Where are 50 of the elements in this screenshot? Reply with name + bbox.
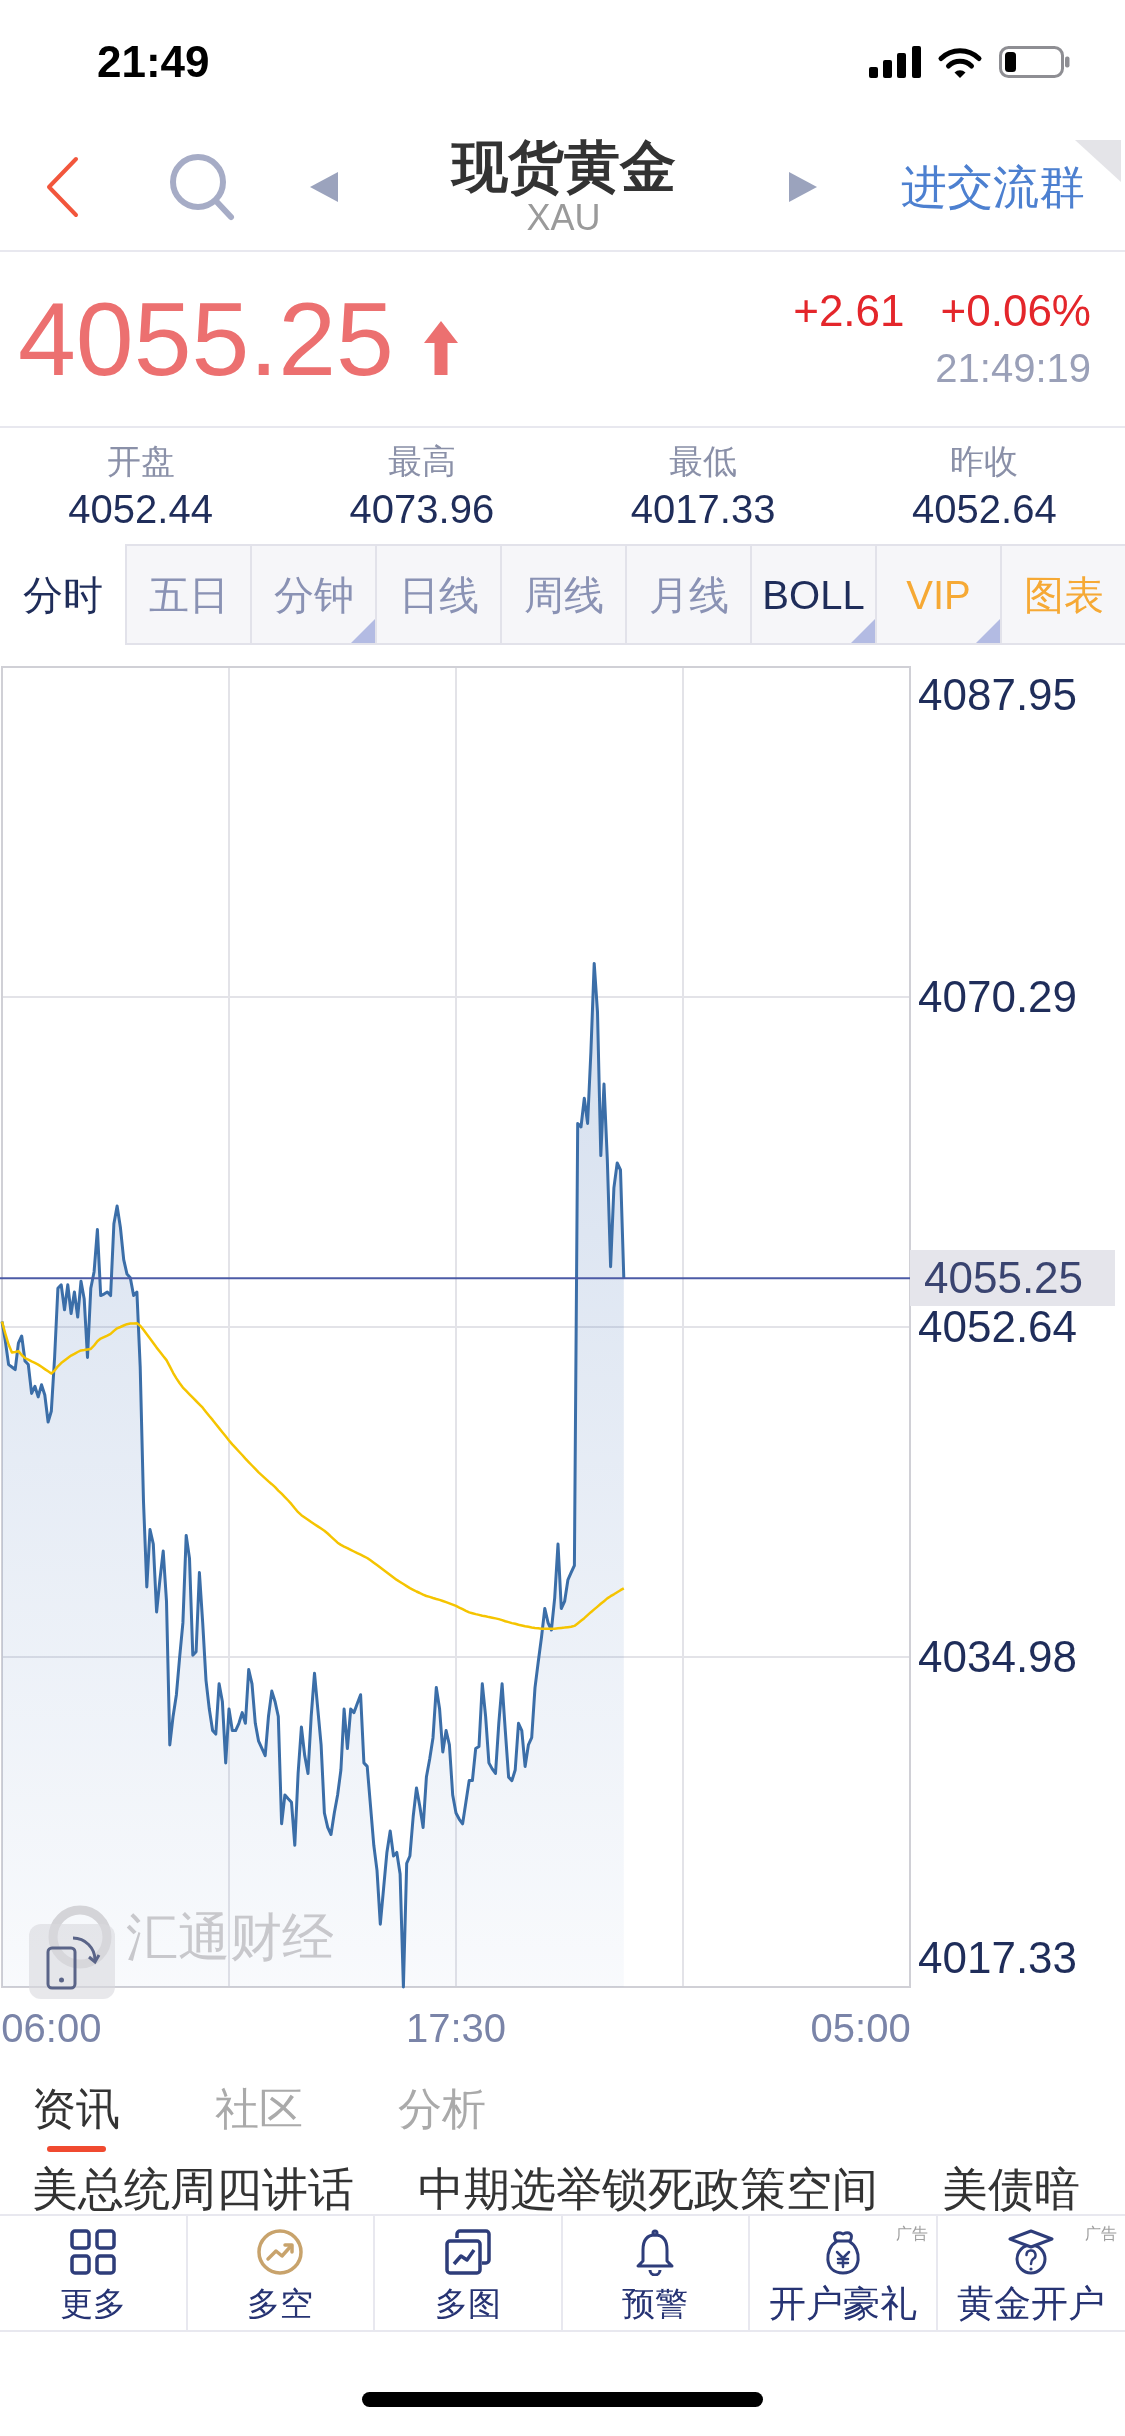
current-price-label: 4055.25 (910, 1250, 1115, 1307)
x-axis-label: 17:30 (405, 2006, 507, 2050)
wifi-icon (937, 45, 983, 79)
x-axis-label: 06:00 (1, 2006, 102, 2050)
news-headline[interactable]: 中期选举锁死政策空间 (418, 2166, 878, 2214)
trend-circle-icon (256, 2228, 305, 2276)
stat-value: 4073.96 (349, 487, 495, 531)
price-change: +2.61 (793, 288, 905, 334)
toolbar-button[interactable]: 多空 (187, 2216, 373, 2330)
news-headline[interactable]: 美债暗 (942, 2166, 1080, 2214)
stat-label: 昨收 (950, 441, 1019, 481)
ad-tag: 广告 (1085, 2226, 1117, 2242)
toolbar-button[interactable]: 多图 (375, 2216, 561, 2330)
current-price: 4055.25 (18, 287, 394, 391)
stat-value: 4052.44 (68, 487, 213, 531)
triangle-right-icon[interactable] (789, 172, 817, 202)
stat-label: 最低 (669, 441, 738, 481)
news-headline[interactable]: 美总统周四讲话 (32, 2166, 354, 2214)
y-axis-label: 4052.64 (918, 1305, 1078, 1349)
grid-icon (68, 2228, 117, 2276)
search-icon[interactable] (168, 152, 236, 222)
toolbar-button[interactable]: 更多 (0, 2216, 186, 2330)
rotate-screen-button[interactable] (29, 1924, 115, 1999)
news-tab[interactable]: 资讯 (32, 2087, 120, 2131)
page-title: 现货黄金 (451, 136, 676, 198)
stat-value: 4017.33 (630, 487, 776, 531)
stacked-charts-icon (443, 2228, 492, 2276)
back-icon[interactable] (44, 155, 80, 219)
stat-label: 开盘 (106, 441, 175, 481)
join-group-link[interactable]: 进交流群 (901, 164, 1085, 210)
logo-ring-icon (48, 1905, 112, 1969)
y-axis-label: 4017.33 (918, 1936, 1078, 1980)
status-time: 21:49 (97, 40, 210, 84)
graduation-cap-icon (1007, 2228, 1056, 2276)
page-subtitle: XAU (526, 198, 601, 238)
stat-label: 最高 (387, 441, 456, 481)
signal-icon (869, 46, 921, 78)
y-axis-label: 4070.29 (918, 975, 1078, 1020)
price-change-percent: +0.06% (940, 288, 1091, 334)
battery-icon (999, 46, 1071, 78)
x-axis-label: 05:00 (810, 2006, 911, 2050)
tab-underline (46, 2146, 106, 2152)
ad-tag: 广告 (895, 2226, 928, 2242)
chart-tab[interactable]: BOLL (750, 544, 875, 645)
y-axis-label: 4087.95 (918, 673, 1078, 717)
stat-value: 4052.64 (912, 487, 1057, 531)
quote-time: 21:49:19 (935, 346, 1091, 390)
toolbar-button[interactable]: 预警 (562, 2216, 748, 2330)
triangle-left-icon[interactable] (310, 172, 338, 202)
y-axis-label: 4034.98 (918, 1635, 1078, 1680)
